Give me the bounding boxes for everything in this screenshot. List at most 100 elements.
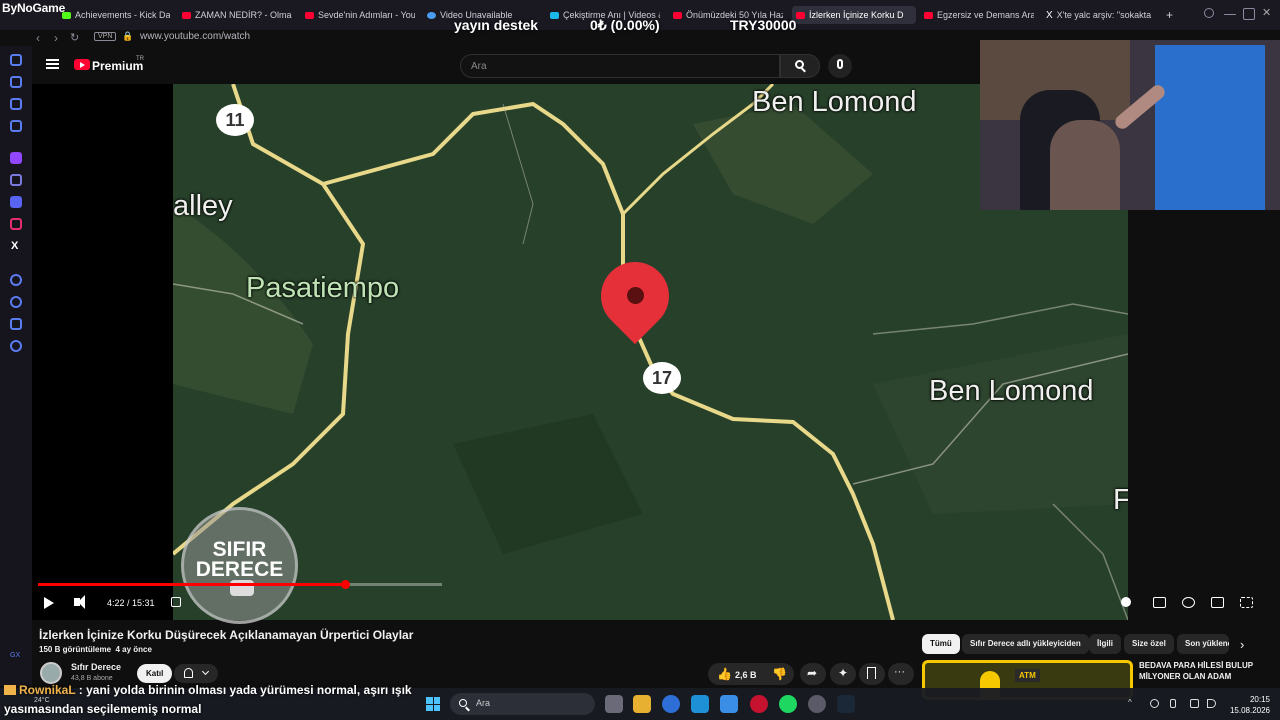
map-label-edge: F <box>1113 484 1128 516</box>
history-icon[interactable] <box>10 296 22 308</box>
steam-icon[interactable] <box>837 695 855 713</box>
settings-icon[interactable] <box>1182 597 1195 608</box>
tab-achievements[interactable]: Achievements - Kick Das <box>62 6 170 24</box>
volume-icon[interactable] <box>74 595 85 609</box>
chip-all[interactable]: Tümü <box>922 634 960 654</box>
vpn-badge[interactable]: VPN <box>94 32 117 41</box>
progress-scrubber[interactable] <box>341 580 350 589</box>
sidebar-mail-icon[interactable] <box>10 120 22 132</box>
subtitles-icon[interactable] <box>1153 597 1166 608</box>
ask-button[interactable]: ✦ <box>830 663 856 685</box>
sidebar-messenger-icon[interactable] <box>10 98 22 110</box>
play-icon[interactable] <box>44 597 54 609</box>
chip-related[interactable]: İlgili <box>1089 634 1121 654</box>
sparkle-icon: ✦ <box>838 666 849 680</box>
youtube-icon <box>182 11 191 19</box>
url-field[interactable]: www.youtube.com/watch <box>140 31 250 42</box>
tray-volume-icon[interactable] <box>1207 699 1216 708</box>
channel-name[interactable]: Sıfır Derece <box>71 662 121 672</box>
lock-icon: 🔒 <box>122 31 134 41</box>
search-tabs-icon[interactable] <box>1204 8 1214 18</box>
minimize-icon[interactable] <box>1224 14 1236 15</box>
tray-app-icon[interactable] <box>1150 699 1159 708</box>
sidebar-percent-icon[interactable] <box>10 174 22 186</box>
search-button[interactable] <box>780 54 820 78</box>
tab-x-arsiv[interactable]: X X'te yalc arşiv: "sokakta <box>1046 6 1158 24</box>
browser-brand-logo: ByNoGame <box>2 1 66 15</box>
back-icon[interactable]: ‹ <box>36 31 40 45</box>
tray-mic-icon[interactable] <box>1170 699 1176 708</box>
settings-gear-icon[interactable] <box>10 340 22 352</box>
globe-icon <box>427 11 436 19</box>
youtube-icon <box>796 11 805 19</box>
chip-recently-uploaded[interactable]: Son yüklenen <box>1177 634 1229 654</box>
photos-icon[interactable] <box>720 695 738 713</box>
webcam-streamer <box>1050 120 1120 210</box>
microphone-icon <box>837 59 843 69</box>
recommendation-title[interactable]: BEDAVA PARA HİLESİ BULUP MİLYONER OLAN A… <box>1139 660 1264 682</box>
video-meta: 150 B görüntüleme 4 ay önce <box>39 645 152 654</box>
discord-icon[interactable] <box>10 196 22 208</box>
voice-search-button[interactable] <box>828 54 852 78</box>
taskbar-search-label: Ara <box>476 698 491 708</box>
search-icon <box>795 60 804 69</box>
chip-from-uploader[interactable]: Sıfır Derece adlı yükleyiciden <box>962 634 1089 654</box>
forward-icon[interactable]: › <box>54 31 58 45</box>
opera-gx-icon[interactable] <box>750 695 768 713</box>
youtube-logo-icon[interactable] <box>74 59 90 70</box>
file-explorer-icon[interactable] <box>633 695 651 713</box>
tab-egzersiz[interactable]: Egzersiz ve Demans Aras <box>924 6 1034 24</box>
video-player[interactable]: alley Pasatiempo Ben Lomond Ben Lomond F… <box>32 84 1128 624</box>
store-icon[interactable] <box>691 695 709 713</box>
chapter-icon[interactable] <box>171 597 181 607</box>
tab-zaman-nedir[interactable]: ZAMAN NEDİR? - Olmaz <box>182 6 292 24</box>
sidebar-aria-icon[interactable] <box>10 54 22 66</box>
tray-chevron-icon[interactable]: ^ <box>1128 698 1137 707</box>
map-label-pasatiempo: Pasatiempo <box>246 272 400 304</box>
search-input[interactable]: Ara <box>460 54 780 78</box>
edge-icon[interactable] <box>662 695 680 713</box>
like-count: 2,6 B <box>735 670 757 680</box>
webcam-window <box>1155 45 1265 210</box>
dislike-icon[interactable]: 👎 <box>772 667 787 681</box>
like-icon[interactable]: 👍 <box>717 667 732 681</box>
youtube-header: Premium TR Ara <box>32 46 980 84</box>
more-actions-button[interactable]: ··· <box>888 663 914 685</box>
save-button[interactable] <box>859 663 885 685</box>
twitch-icon[interactable] <box>10 152 22 164</box>
map-label-valley: alley <box>173 190 233 222</box>
close-icon[interactable]: ✕ <box>1262 6 1274 19</box>
tab-active-video[interactable]: İzlerken İçinize Korku D <box>792 6 916 24</box>
sidebar-extensions-icon[interactable] <box>10 318 22 330</box>
instagram-icon[interactable] <box>10 218 22 230</box>
youtube-icon <box>305 11 314 19</box>
fullscreen-icon[interactable] <box>1240 597 1253 608</box>
x-twitter-icon[interactable]: X <box>11 240 23 252</box>
chat-message-overlay: RownikaL : yani yolda birinin olması yad… <box>4 681 444 719</box>
sidebar-crypto-icon[interactable] <box>10 76 22 88</box>
view-count: 150 B görüntüleme <box>39 645 112 654</box>
obs-icon[interactable] <box>808 695 826 713</box>
maximize-icon[interactable] <box>1243 8 1255 20</box>
chip-for-you[interactable]: Size özel <box>1124 634 1174 654</box>
map-label-ben-lomond-right: Ben Lomond <box>929 375 1094 407</box>
browser-sidebar: X GX <box>0 46 32 686</box>
gx-icon[interactable]: GX <box>10 652 22 664</box>
bookmark-icon <box>867 667 876 679</box>
chevron-right-icon[interactable]: › <box>1240 637 1244 652</box>
sidebar-player-icon[interactable] <box>10 274 22 286</box>
map-label-ben-lomond-top: Ben Lomond <box>752 86 917 118</box>
share-button[interactable]: ➦ <box>800 663 826 685</box>
menu-icon[interactable] <box>46 59 59 69</box>
theater-mode-icon[interactable] <box>1211 597 1224 608</box>
new-tab-button[interactable]: + <box>1166 6 1178 24</box>
task-view-icon[interactable] <box>605 695 623 713</box>
taskbar-search[interactable]: Ara <box>450 693 595 715</box>
reload-icon[interactable]: ↻ <box>70 31 79 44</box>
kick-icon <box>62 11 71 19</box>
autoplay-toggle-icon[interactable] <box>1121 597 1131 607</box>
tab-sevde[interactable]: Sevde'nin Adımları - YouT <box>305 6 415 24</box>
tray-network-icon[interactable] <box>1190 699 1199 708</box>
taskbar-clock[interactable]: 20:15 15.08.2026 <box>1224 694 1270 716</box>
spotify-icon[interactable] <box>779 695 797 713</box>
